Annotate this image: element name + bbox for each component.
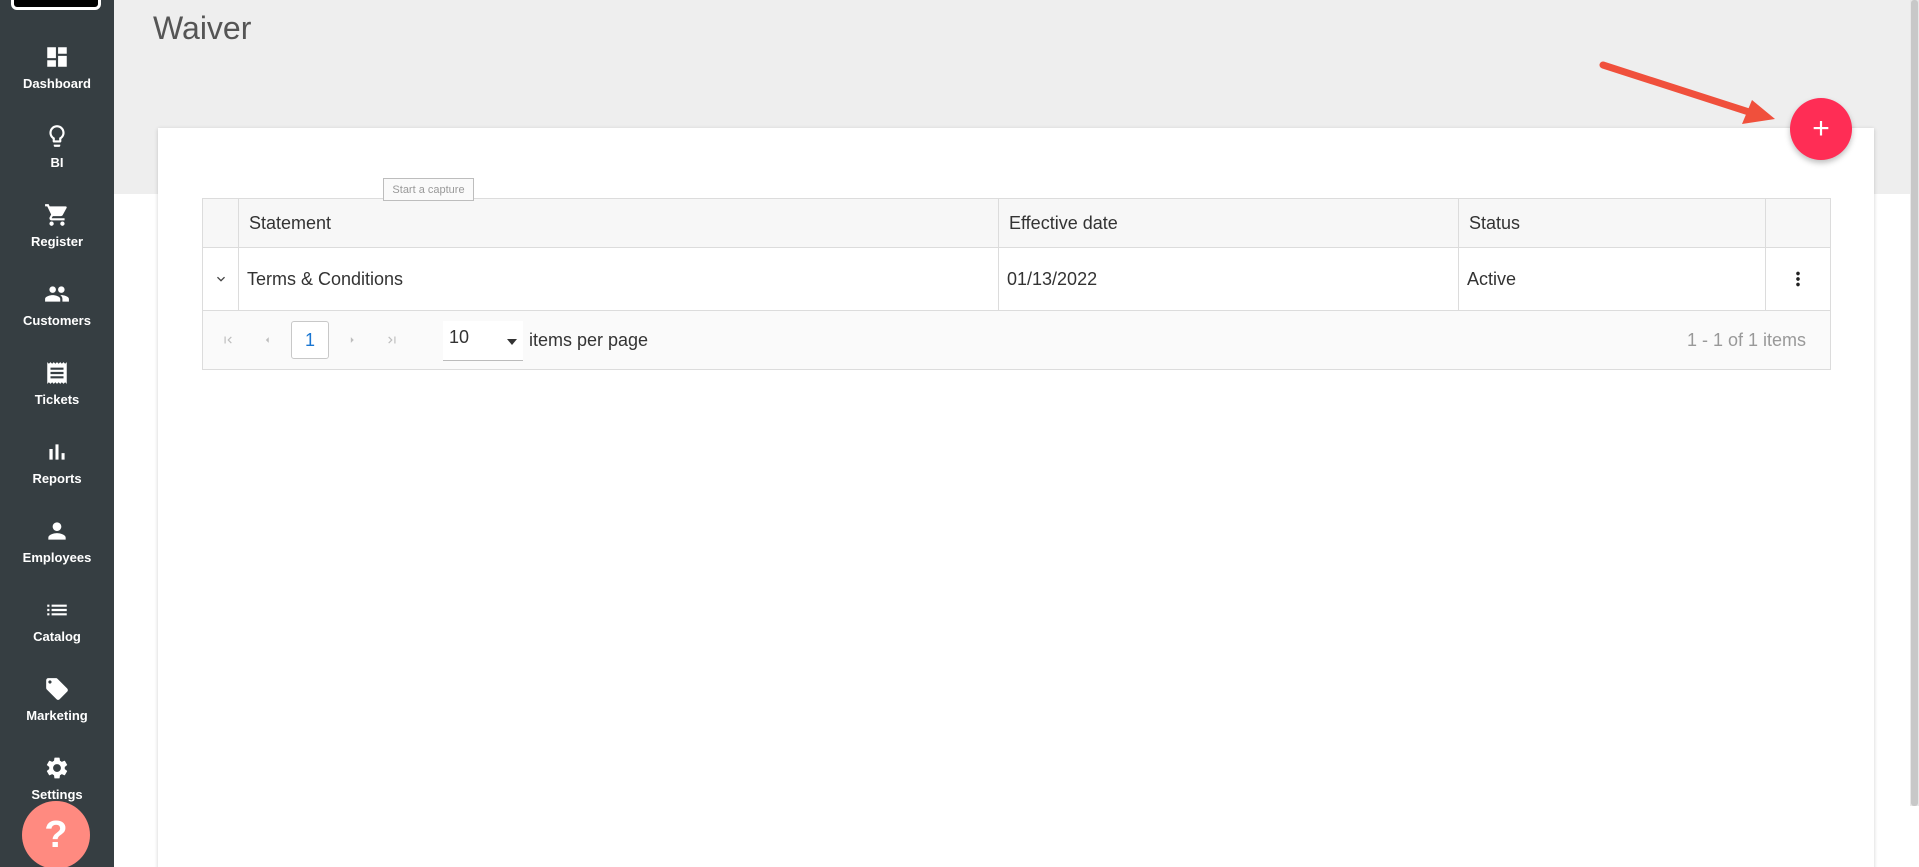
sidebar-item-label: BI <box>50 155 64 170</box>
page-size-label: items per page <box>529 330 649 350</box>
list-icon <box>44 597 70 623</box>
sidebar-item-tickets[interactable]: Tickets <box>0 360 114 430</box>
sidebar-item-label: Customers <box>23 313 91 328</box>
lightbulb-icon <box>44 123 70 149</box>
pager: 1 10 items per page 1 - 1 of 1 items <box>203 311 1830 369</box>
expand-row-toggle[interactable] <box>203 248 239 310</box>
cell-effective-date: 01/13/2022 <box>999 248 1459 310</box>
grid-header: Statement Effective date Status <box>203 199 1830 248</box>
page-scrollbar[interactable] <box>1910 0 1919 806</box>
people-icon <box>44 281 70 307</box>
header-actions-cell <box>1766 199 1830 247</box>
last-page-icon <box>388 336 396 344</box>
cell-status: Active <box>1459 248 1766 310</box>
first-page-icon <box>224 336 232 344</box>
caret-down-icon <box>507 339 517 345</box>
sidebar-item-employees[interactable]: Employees <box>0 518 114 588</box>
row-menu-button[interactable] <box>1766 248 1830 310</box>
waiver-grid: Statement Effective date Status Terms & … <box>202 198 1831 370</box>
next-page-icon <box>350 337 354 343</box>
sidebar-item-catalog[interactable]: Catalog <box>0 597 114 667</box>
scrollbar-thumb[interactable] <box>1911 0 1918 806</box>
plus-icon: + <box>1812 112 1830 145</box>
sidebar-item-reports[interactable]: Reports <box>0 439 114 509</box>
sidebar-item-register[interactable]: Register <box>0 202 114 272</box>
help-button[interactable]: ? <box>22 801 90 867</box>
sidebar-item-label: Tickets <box>34 392 80 407</box>
first-page-button[interactable] <box>219 331 237 349</box>
sidebar-item-label: Reports <box>32 471 82 486</box>
bar-chart-icon <box>44 439 70 465</box>
help-label: ? <box>44 813 68 856</box>
logo[interactable] <box>11 0 101 10</box>
last-page-button[interactable] <box>383 331 401 349</box>
sidebar-item-label: Employees <box>22 550 92 565</box>
gear-icon <box>44 755 70 781</box>
sidebar-item-label: Catalog <box>33 629 81 644</box>
page-size-value: 10 <box>449 327 470 347</box>
sidebar-item-label: Settings <box>31 787 83 802</box>
page-title: Waiver <box>153 10 252 46</box>
cart-icon <box>44 202 70 228</box>
sidebar-item-customers[interactable]: Customers <box>0 281 114 351</box>
cell-statement: Terms & Conditions <box>239 248 999 310</box>
page-size-dropdown[interactable]: 10 <box>443 321 523 361</box>
page-number-button[interactable]: 1 <box>291 321 329 359</box>
capture-tooltip: Start a capture <box>383 178 474 201</box>
sidebar-item-marketing[interactable]: Marketing <box>0 676 114 746</box>
table-row[interactable]: Terms & Conditions 01/13/2022 Active <box>203 248 1830 311</box>
previous-page-icon <box>265 337 269 343</box>
sidebar: Dashboard BI Register Customers Tickets … <box>0 0 114 867</box>
more-vertical-icon <box>1796 271 1800 287</box>
sidebar-item-label: Register <box>30 234 84 249</box>
receipt-icon <box>44 360 70 386</box>
header-expand-cell <box>203 199 239 247</box>
chevron-down-icon <box>216 276 225 282</box>
next-page-button[interactable] <box>343 331 361 349</box>
person-icon <box>44 518 70 544</box>
previous-page-button[interactable] <box>258 331 276 349</box>
pager-info: 1 - 1 of 1 items <box>1686 330 1806 350</box>
tag-icon <box>44 676 70 702</box>
column-header-status[interactable]: Status <box>1459 199 1766 247</box>
add-waiver-button[interactable]: + <box>1790 98 1852 160</box>
sidebar-item-bi[interactable]: BI <box>0 123 114 193</box>
column-header-effective-date[interactable]: Effective date <box>999 199 1459 247</box>
sidebar-item-label: Marketing <box>26 708 88 723</box>
sidebar-item-label: Dashboard <box>23 76 91 91</box>
sidebar-item-dashboard[interactable]: Dashboard <box>0 44 114 114</box>
column-header-statement[interactable]: Statement <box>239 199 999 247</box>
dashboard-icon <box>44 44 70 70</box>
